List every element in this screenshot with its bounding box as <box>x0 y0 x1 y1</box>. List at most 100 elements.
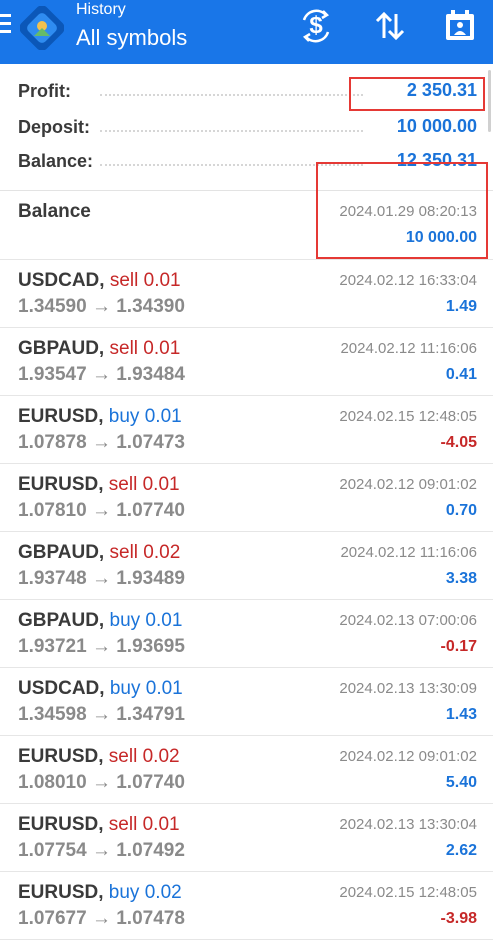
page-title: All symbols <box>76 25 188 50</box>
trade-time: 2024.02.12 11:16:06 <box>340 340 477 357</box>
menu-icon[interactable] <box>0 14 14 36</box>
trade-symbol: USDCAD, <box>18 270 105 291</box>
currency-filter-icon[interactable]: $ <box>296 6 336 46</box>
deposit-value: 10 000.00 <box>396 116 477 136</box>
trade-volume: 0.01 <box>145 678 183 699</box>
trade-title: USDCAD, sell 0.01 <box>18 270 181 292</box>
trade-time: 2024.02.12 09:01:02 <box>339 476 477 493</box>
trade-prices: 1.34590 → 1.34390 <box>18 296 185 317</box>
trade-row[interactable]: GBPAUD, buy 0.01 1.93721 → 1.93695 2024.02… <box>0 600 493 668</box>
app-bar: History All symbols $ <box>0 0 493 64</box>
app-logo <box>19 5 65 51</box>
trade-time: 2024.02.12 16:33:04 <box>339 272 477 289</box>
trade-row[interactable]: EURUSD, sell 0.01 1.07754 → 1.07492 2024.0… <box>0 804 493 872</box>
trade-symbol: GBPAUD, <box>18 542 105 563</box>
trade-symbol: EURUSD, <box>18 814 104 835</box>
trade-time: 2024.02.13 13:30:04 <box>339 816 477 833</box>
scrollbar[interactable] <box>488 70 491 132</box>
trade-title: EURUSD, sell 0.01 <box>18 814 180 836</box>
trade-symbol: EURUSD, <box>18 882 104 903</box>
trade-time: 2024.02.12 11:16:06 <box>340 544 477 561</box>
dotted-leader <box>100 130 363 132</box>
trade-time: 2024.02.13 13:30:09 <box>339 680 477 697</box>
trade-volume: 0.01 <box>142 474 180 495</box>
trade-title: GBPAUD, sell 0.02 <box>18 542 180 564</box>
trade-time: 2024.02.13 07:00:06 <box>339 612 477 629</box>
trade-row[interactable]: EURUSD, buy 0.01 1.07878 → 1.07473 2024.02… <box>0 396 493 464</box>
trade-profit: 0.41 <box>445 366 477 383</box>
trade-row[interactable]: EURUSD, sell 0.02 1.08010 → 1.07740 2024.0… <box>0 736 493 804</box>
trade-time: 2024.02.15 12:48:05 <box>339 884 477 901</box>
trade-side: sell <box>108 814 138 835</box>
trade-side: buy <box>108 406 140 427</box>
trade-prices: 1.07754 → 1.07492 <box>18 840 185 861</box>
trade-title: EURUSD, buy 0.01 <box>18 406 182 428</box>
trade-volume: 0.01 <box>144 406 182 427</box>
trade-volume: 0.02 <box>142 746 180 767</box>
trade-time: 2024.02.15 12:48:05 <box>339 408 477 425</box>
trade-row[interactable]: GBPAUD, sell 0.01 1.93547 → 1.93484 2024.0… <box>0 328 493 396</box>
trade-profit: -0.17 <box>440 638 477 655</box>
trade-symbol: EURUSD, <box>18 406 104 427</box>
trade-time: 2024.02.12 09:01:02 <box>339 748 477 765</box>
trade-row[interactable]: EURUSD, buy 0.02 1.07677 → 1.07478 2024.02… <box>0 872 493 940</box>
trade-row[interactable]: USDCAD, sell 0.01 1.34590 → 1.34390 2024.0… <box>0 260 493 328</box>
trade-side: buy <box>108 882 140 903</box>
trade-symbol: USDCAD, <box>18 678 105 699</box>
trade-row[interactable]: GBPAUD, sell 0.02 1.93748 → 1.93489 2024.0… <box>0 532 493 600</box>
trade-symbol: GBPAUD, <box>18 610 105 631</box>
trade-volume: 0.01 <box>143 338 181 359</box>
trade-symbol: EURUSD, <box>18 474 104 495</box>
trade-prices: 1.07810 → 1.07740 <box>18 500 185 521</box>
trade-profit: 5.40 <box>445 774 477 791</box>
trade-prices: 1.07878 → 1.07473 <box>18 432 185 453</box>
trade-prices: 1.93547 → 1.93484 <box>18 364 185 385</box>
trade-side: sell <box>108 474 138 495</box>
deposit-label: Deposit: <box>18 117 90 137</box>
balance-label: Balance: <box>18 151 94 171</box>
trade-prices: 1.93748 → 1.93489 <box>18 568 185 589</box>
trade-title: EURUSD, buy 0.02 <box>18 882 182 904</box>
calendar-icon[interactable] <box>440 6 480 46</box>
trade-volume: 0.02 <box>144 882 182 903</box>
trade-volume: 0.02 <box>143 542 181 563</box>
trade-volume: 0.01 <box>143 270 181 291</box>
trade-side: sell <box>109 270 139 291</box>
trade-title: GBPAUD, buy 0.01 <box>18 610 182 632</box>
svg-text:$: $ <box>309 12 323 39</box>
dotted-leader <box>100 94 363 96</box>
trade-profit: 0.70 <box>445 502 477 519</box>
trade-profit: -4.05 <box>440 434 477 451</box>
balance-entry-label: Balance <box>18 201 91 222</box>
deposit-row: Deposit: 10 000.00 <box>0 110 493 144</box>
highlight-box-balance <box>316 162 488 259</box>
trade-profit: 3.38 <box>445 570 477 587</box>
trade-row[interactable]: USDCAD, buy 0.01 1.34598 → 1.34791 2024.02… <box>0 668 493 736</box>
trade-side: buy <box>109 678 141 699</box>
trade-profit: 2.62 <box>445 842 477 859</box>
trade-side: buy <box>109 610 141 631</box>
trade-symbol: GBPAUD, <box>18 338 105 359</box>
trade-prices: 1.93721 → 1.93695 <box>18 636 185 657</box>
trade-symbol: EURUSD, <box>18 746 104 767</box>
trade-title: GBPAUD, sell 0.01 <box>18 338 180 360</box>
trade-volume: 0.01 <box>145 610 183 631</box>
highlight-box-profit <box>349 77 485 111</box>
trade-profit: 1.43 <box>445 706 477 723</box>
profit-label: Profit: <box>18 81 71 101</box>
trade-side: sell <box>109 542 139 563</box>
trade-prices: 1.34598 → 1.34791 <box>18 704 185 725</box>
trade-title: EURUSD, sell 0.01 <box>18 474 180 496</box>
trade-prices: 1.07677 → 1.07478 <box>18 908 185 929</box>
trade-title: USDCAD, buy 0.01 <box>18 678 183 700</box>
trade-profit: 1.49 <box>445 298 477 315</box>
trade-title: EURUSD, sell 0.02 <box>18 746 180 768</box>
sort-icon[interactable] <box>370 6 410 46</box>
app-subtitle: History <box>76 1 126 18</box>
trade-side: sell <box>108 746 138 767</box>
trade-row[interactable]: EURUSD, sell 0.01 1.07810 → 1.07740 2024.0… <box>0 464 493 532</box>
trade-prices: 1.08010 → 1.07740 <box>18 772 185 793</box>
trade-profit: -3.98 <box>440 910 477 927</box>
trade-side: sell <box>109 338 139 359</box>
trade-volume: 0.01 <box>142 814 180 835</box>
